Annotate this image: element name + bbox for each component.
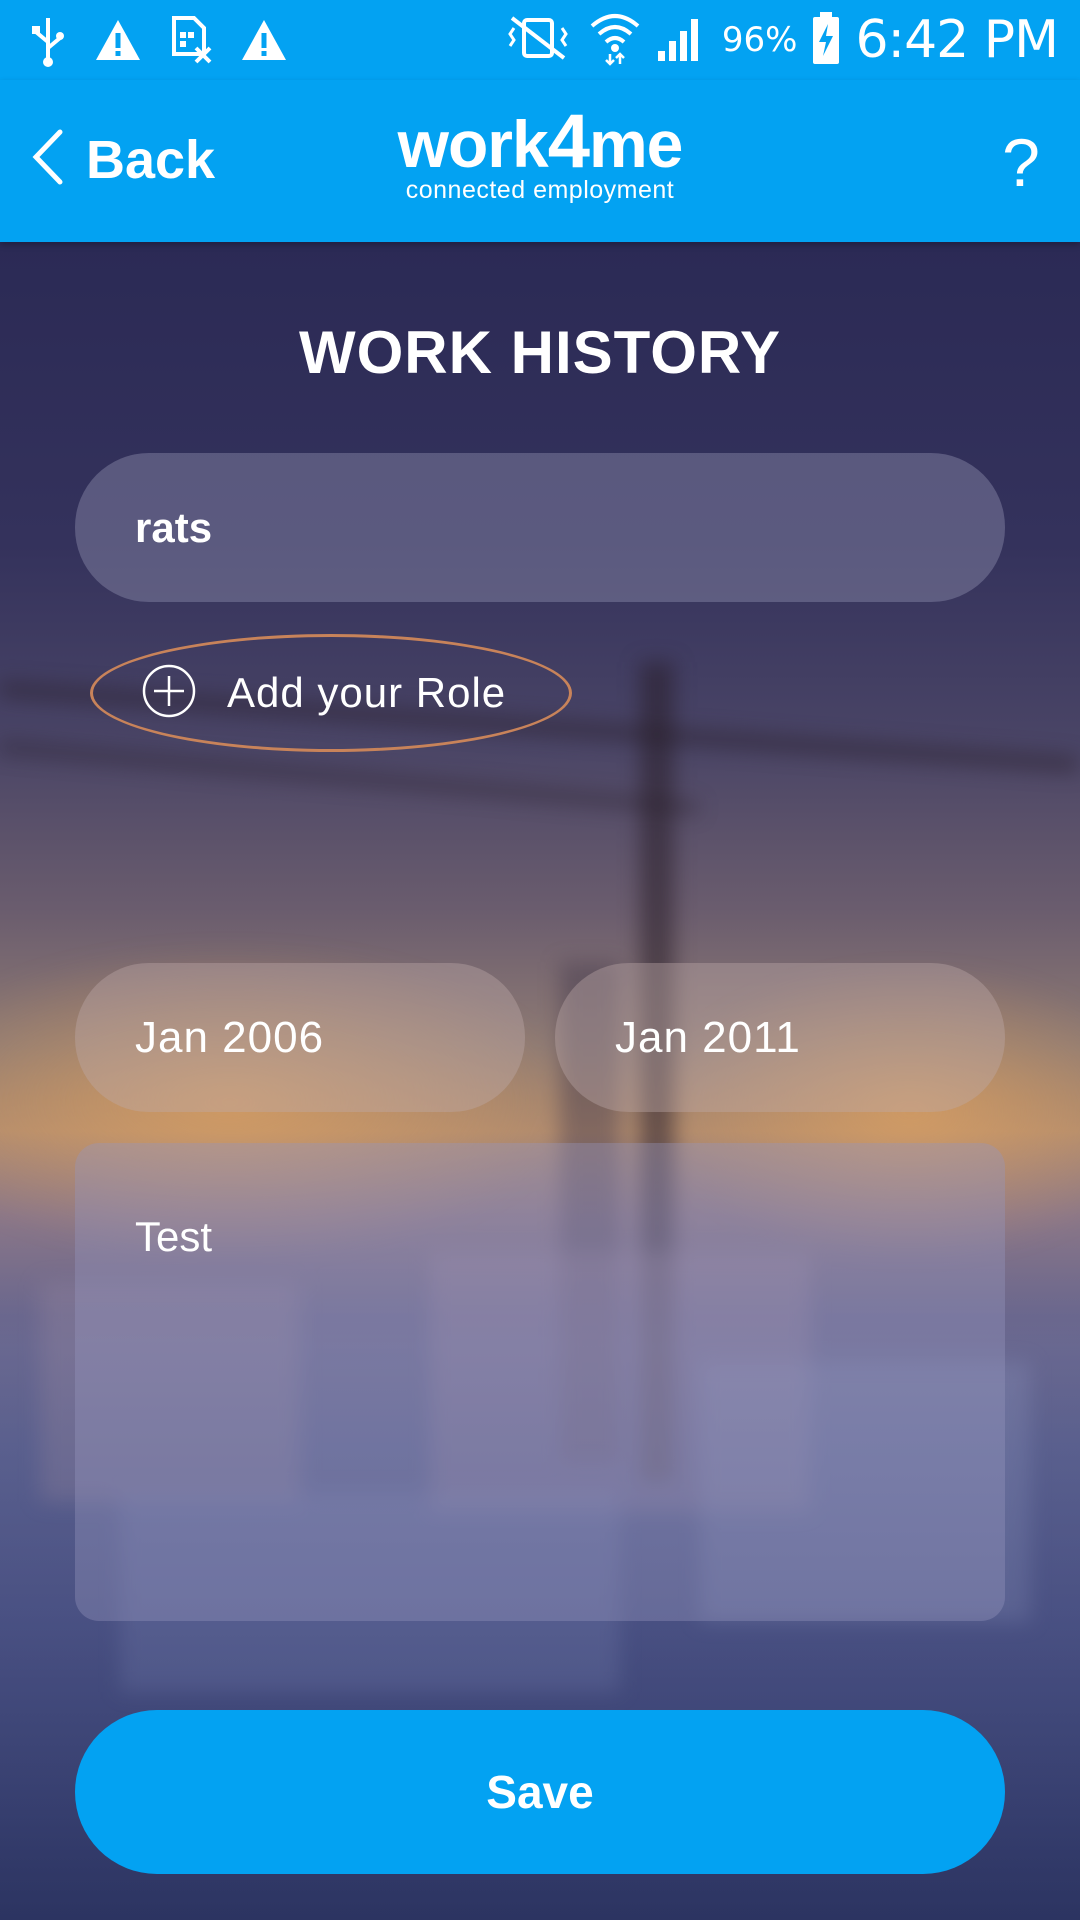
employer-field[interactable]: rats <box>75 453 1005 602</box>
save-label: Save <box>486 1766 594 1818</box>
back-button[interactable]: Back <box>30 128 215 191</box>
logo-tagline: connected employment <box>405 176 675 204</box>
logo-wordmark: work4me <box>397 99 684 184</box>
end-date-value: Jan 2011 <box>615 1012 801 1062</box>
add-role-button[interactable]: Add your Role <box>90 634 572 752</box>
signal-icon <box>656 13 708 68</box>
status-bar: 96% 6:42 PM <box>0 0 1080 80</box>
warning-icon <box>94 16 142 69</box>
status-time: 6:42 PM <box>855 10 1059 70</box>
app-header: Back work4me connected employment ? <box>0 80 1080 242</box>
help-button[interactable]: ? <box>1002 124 1040 202</box>
battery-percent: 96% <box>721 20 798 60</box>
page-title: WORK HISTORY <box>298 319 781 386</box>
start-date-field[interactable]: Jan 2006 <box>75 963 525 1112</box>
status-right-icons: 96% 6:42 PM <box>502 8 1059 72</box>
battery-charging-icon <box>811 10 841 71</box>
save-button[interactable]: Save <box>75 1710 1005 1874</box>
wifi-icon <box>588 10 642 71</box>
chevron-left-icon <box>30 128 64 191</box>
end-date-field[interactable]: Jan 2011 <box>555 963 1005 1112</box>
plus-circle-icon <box>141 663 197 724</box>
vibrate-off-icon <box>502 14 574 67</box>
description-value: Test <box>135 1213 213 1260</box>
start-date-value: Jan 2006 <box>135 1012 325 1062</box>
employer-value: rats <box>135 503 213 551</box>
warning-icon <box>240 16 288 69</box>
add-role-label: Add your Role <box>227 669 507 716</box>
sim-error-icon <box>168 14 214 71</box>
app-logo: work4me connected employment <box>392 99 688 205</box>
description-textarea[interactable]: Test <box>75 1143 1005 1621</box>
usb-icon <box>28 12 68 73</box>
back-label: Back <box>86 129 216 190</box>
status-left-icons <box>28 12 288 73</box>
